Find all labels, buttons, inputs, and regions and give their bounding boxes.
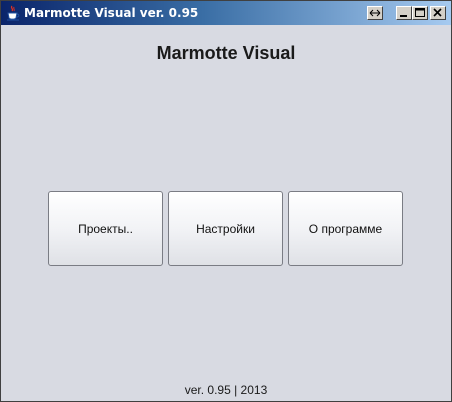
settings-button[interactable]: Настройки <box>168 191 283 266</box>
java-cup-icon[interactable] <box>5 5 21 21</box>
maximize-button[interactable] <box>412 6 428 20</box>
minimize-button[interactable] <box>396 6 412 20</box>
about-button[interactable]: О программе <box>288 191 403 266</box>
window-title: Marmotte Visual ver. 0.95 <box>24 6 199 20</box>
app-heading: Marmotte Visual <box>156 43 296 63</box>
projects-button-label: Проекты.. <box>78 221 133 236</box>
close-button[interactable] <box>430 6 446 20</box>
about-button-label: О программе <box>308 221 383 236</box>
title-bar[interactable]: Marmotte Visual ver. 0.95 <box>1 1 451 25</box>
version-footer: ver. 0.95 | 2013 <box>184 383 268 397</box>
resize-button[interactable] <box>367 6 383 20</box>
projects-button[interactable]: Проекты.. <box>48 191 163 266</box>
app-window: Marmotte Visual ver. 0.95 Marmotte Visua… <box>0 0 452 402</box>
settings-button-label: Настройки <box>196 221 255 236</box>
